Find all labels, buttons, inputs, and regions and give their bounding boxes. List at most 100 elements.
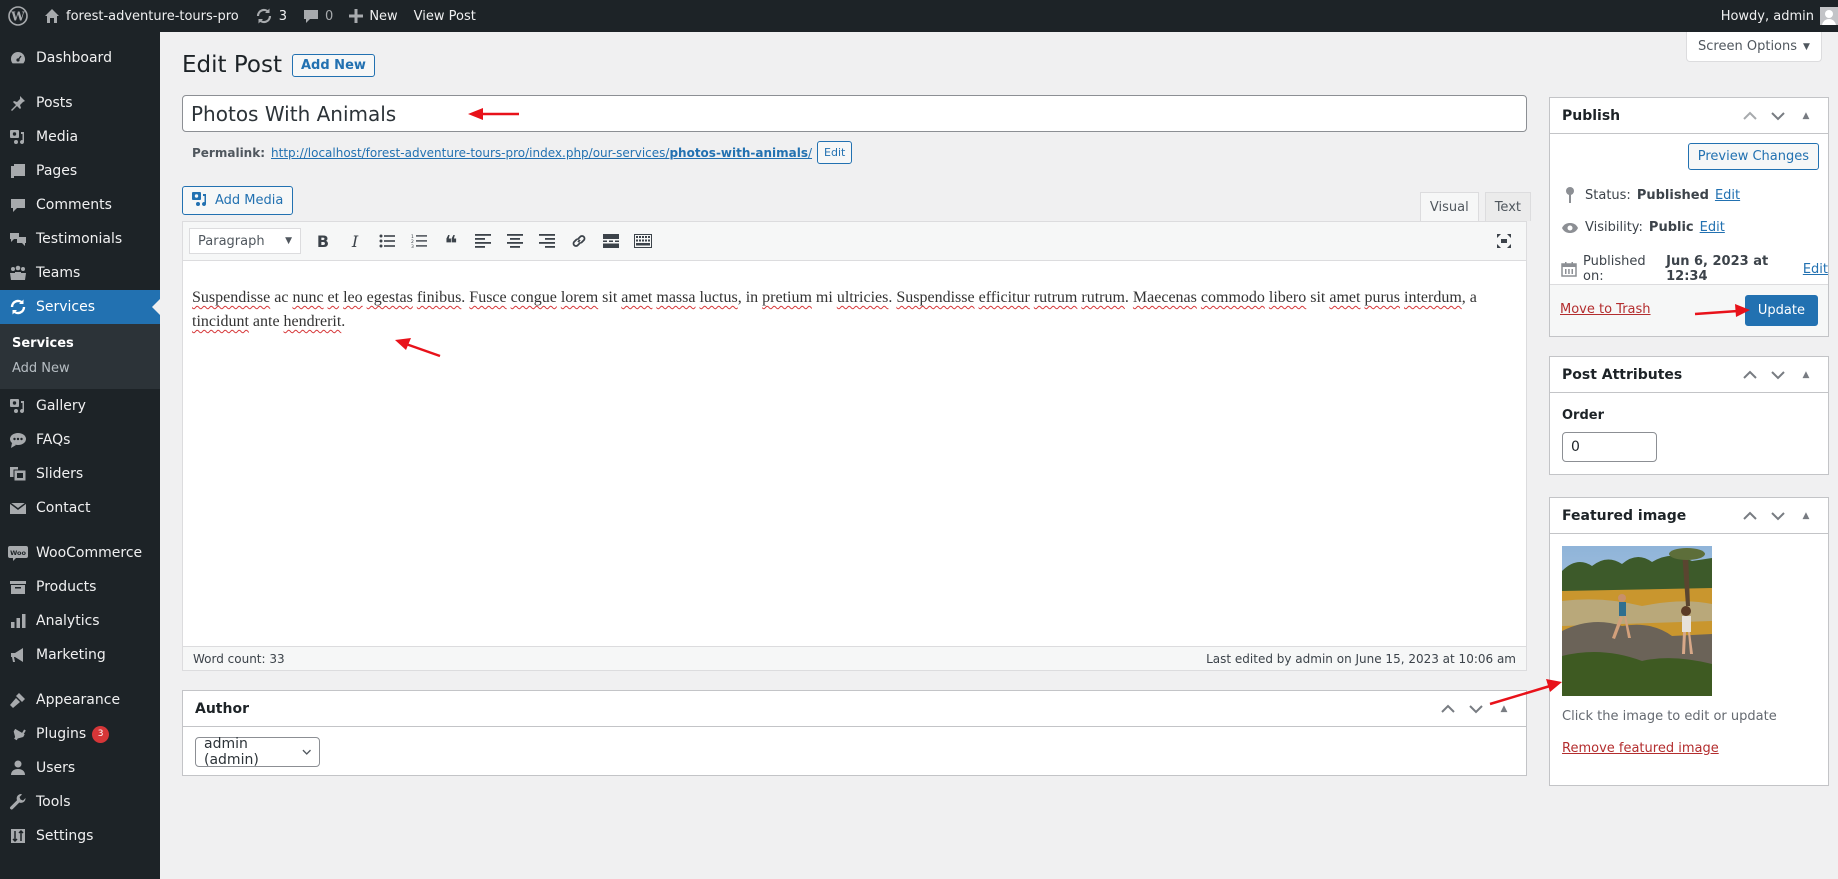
groups-icon: [8, 263, 28, 283]
numbered-list-button[interactable]: 123: [403, 226, 435, 256]
align-right-button[interactable]: [531, 226, 563, 256]
bold-icon: B: [316, 231, 330, 251]
editor-content-area[interactable]: Suspendisse ac nunc et leo egestas finib…: [183, 261, 1526, 359]
sidebar-item-dashboard[interactable]: Dashboard: [0, 41, 160, 75]
order-input[interactable]: 0: [1562, 432, 1657, 462]
misspelled-word: interdum: [1404, 289, 1462, 306]
megaphone-icon: [8, 645, 28, 665]
collapse-toggle-icon[interactable]: ▲: [1796, 106, 1816, 126]
visibility-label: Visibility:: [1585, 220, 1643, 235]
sidebar-item-services[interactable]: Services: [0, 290, 160, 324]
wp-logo-button[interactable]: W: [0, 0, 36, 32]
my-account-link[interactable]: Howdy, admin: [1713, 0, 1838, 32]
permalink-edit-button[interactable]: Edit: [817, 141, 853, 164]
sidebar-item-teams[interactable]: Teams: [0, 256, 160, 290]
misspelled-word: lorem: [560, 289, 599, 306]
collapse-toggle-icon[interactable]: ▲: [1796, 365, 1816, 385]
sidebar-item-testimonials[interactable]: Testimonials: [0, 222, 160, 256]
screen-options-button[interactable]: Screen Options ▼: [1686, 32, 1822, 62]
sidebar-item-marketing[interactable]: Marketing: [0, 638, 160, 672]
add-media-button[interactable]: Add Media: [182, 186, 294, 215]
read-more-icon: [603, 234, 619, 248]
sidebar-item-users[interactable]: Users: [0, 751, 160, 785]
calendar-icon: [1561, 261, 1577, 277]
sidebar-item-appearance[interactable]: Appearance: [0, 683, 160, 717]
settings-icon: [8, 826, 28, 846]
sidebar-item-comments[interactable]: Comments: [0, 188, 160, 222]
submenu-item-add-new[interactable]: Add New: [0, 356, 160, 381]
updates-link[interactable]: 3: [247, 0, 295, 32]
submenu-item-services[interactable]: Services: [0, 331, 160, 356]
toolbar-toggle-button[interactable]: [627, 226, 659, 256]
italic-button[interactable]: I: [339, 226, 371, 256]
sidebar-item-plugins[interactable]: Plugins 3: [0, 717, 160, 751]
post-attributes-metabox: Post Attributes ▲ Order 0: [1549, 356, 1829, 475]
bold-button[interactable]: B: [307, 226, 339, 256]
sidebar-item-settings[interactable]: Settings: [0, 819, 160, 853]
blockquote-button[interactable]: ❝: [435, 226, 467, 256]
sidebar-item-products[interactable]: Products: [0, 570, 160, 604]
sidebar-item-contact[interactable]: Contact: [0, 491, 160, 525]
sidebar-item-faqs[interactable]: FAQs: [0, 423, 160, 457]
align-left-button[interactable]: [467, 226, 499, 256]
sidebar-label: Marketing: [36, 647, 106, 663]
move-up-icon[interactable]: [1740, 106, 1760, 126]
word: sit: [602, 289, 618, 306]
collapse-toggle-icon[interactable]: ▲: [1494, 699, 1514, 719]
move-down-icon[interactable]: [1768, 365, 1788, 385]
published-edit-link[interactable]: Edit: [1803, 262, 1828, 277]
fullscreen-button[interactable]: [1488, 226, 1520, 256]
sidebar-item-media[interactable]: Media: [0, 120, 160, 154]
sidebar-item-gallery[interactable]: Gallery: [0, 389, 160, 423]
author-select[interactable]: admin (admin): [195, 736, 320, 768]
visibility-edit-link[interactable]: Edit: [1700, 220, 1725, 235]
comments-count: 0: [325, 8, 334, 24]
update-icon: [8, 297, 28, 317]
view-post-link[interactable]: View Post: [406, 0, 484, 32]
move-down-icon[interactable]: [1466, 699, 1486, 719]
misspelled-word: rutrum: [1033, 289, 1078, 306]
user-icon: [8, 758, 28, 778]
comments-link[interactable]: 0: [295, 0, 341, 32]
sidebar-item-sliders[interactable]: Sliders: [0, 457, 160, 491]
add-media-label: Add Media: [215, 193, 284, 208]
bullet-list-button[interactable]: [371, 226, 403, 256]
admin-bar: W forest-adventure-tours-pro 3 0 New Vie…: [0, 0, 1838, 32]
sidebar-item-analytics[interactable]: Analytics: [0, 604, 160, 638]
wrench-icon: [8, 792, 28, 812]
align-left-icon: [475, 234, 491, 248]
insert-link-button[interactable]: [563, 226, 595, 256]
update-button[interactable]: Update: [1744, 295, 1818, 326]
add-new-button[interactable]: Add New: [291, 53, 375, 77]
preview-changes-button[interactable]: Preview Changes: [1687, 143, 1819, 170]
align-center-button[interactable]: [499, 226, 531, 256]
site-name-link[interactable]: forest-adventure-tours-pro: [36, 0, 247, 32]
new-content-link[interactable]: New: [341, 0, 405, 32]
sidebar-item-woocommerce[interactable]: Woo WooCommerce: [0, 536, 160, 570]
author-metabox: Author ▲ admin (admin): [182, 690, 1527, 776]
status-edit-link[interactable]: Edit: [1715, 188, 1740, 203]
sidebar-item-tools[interactable]: Tools: [0, 785, 160, 819]
move-to-trash-link[interactable]: Move to Trash: [1560, 302, 1651, 317]
move-up-icon[interactable]: [1438, 699, 1458, 719]
sidebar-item-posts[interactable]: Posts: [0, 86, 160, 120]
format-select[interactable]: Paragraph ▼: [189, 228, 301, 254]
wordpress-logo-icon: W: [8, 6, 28, 26]
tab-text[interactable]: Text: [1484, 192, 1531, 221]
post-title-input[interactable]: Photos With Animals: [182, 95, 1527, 132]
sidebar-item-pages[interactable]: Pages: [0, 154, 160, 188]
sidebar-label: Pages: [36, 163, 78, 179]
read-more-button[interactable]: [595, 226, 627, 256]
content-editor: Paragraph ▼ B I 123 ❝ Suspendisse ac nun…: [182, 221, 1527, 671]
move-up-icon[interactable]: [1740, 506, 1760, 526]
move-down-icon[interactable]: [1768, 106, 1788, 126]
featured-image-thumbnail[interactable]: [1562, 546, 1712, 696]
pin-icon: [1561, 186, 1579, 204]
move-down-icon[interactable]: [1768, 506, 1788, 526]
remove-featured-image-link[interactable]: Remove featured image: [1562, 741, 1719, 756]
permalink-link[interactable]: http://localhost/forest-adventure-tours-…: [271, 146, 812, 160]
move-up-icon[interactable]: [1740, 365, 1760, 385]
misspelled-word: Fusce: [469, 289, 507, 306]
tab-visual[interactable]: Visual: [1419, 192, 1479, 221]
collapse-toggle-icon[interactable]: ▲: [1796, 506, 1816, 526]
